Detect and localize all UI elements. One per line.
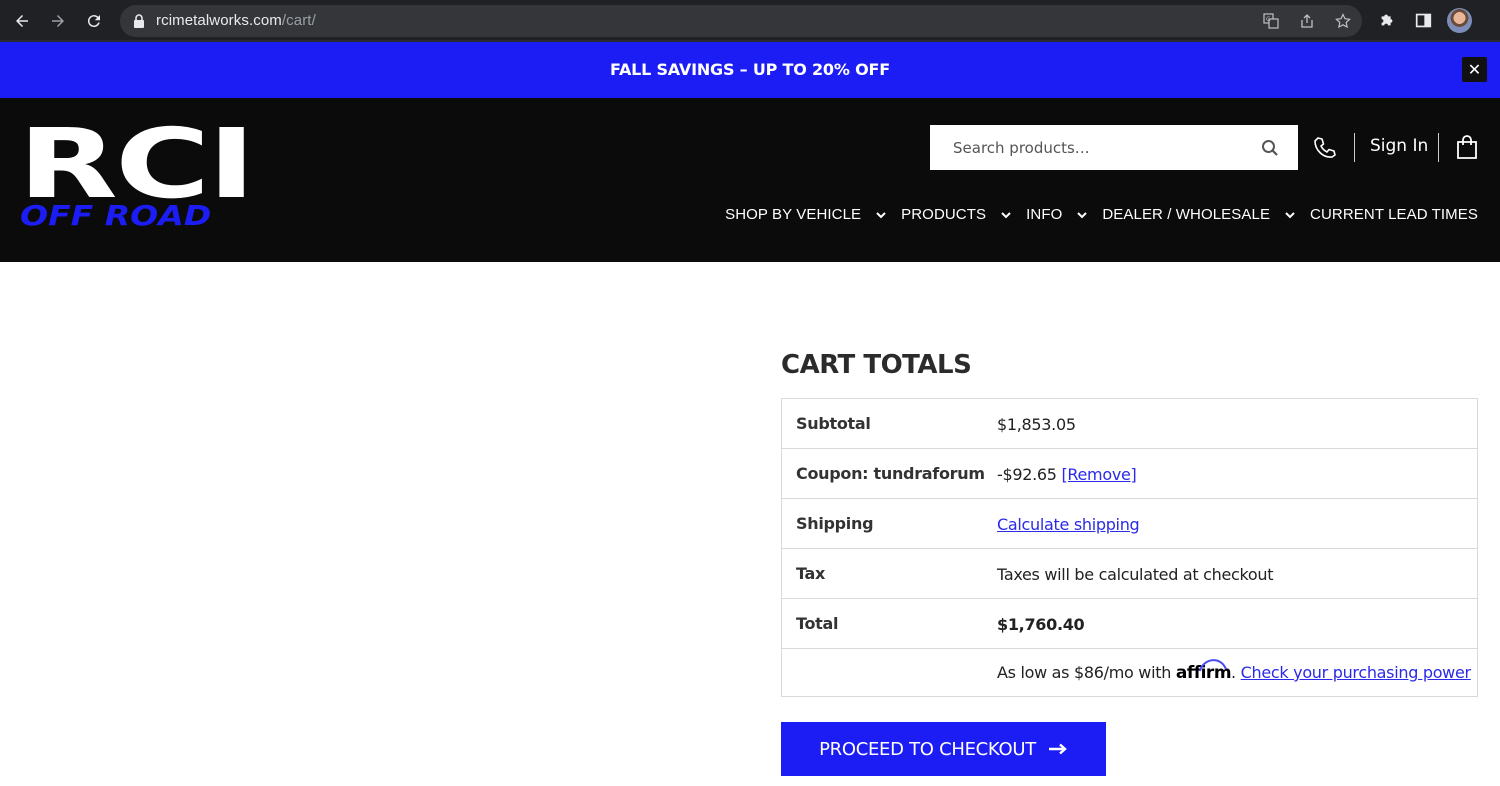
total-label: Total <box>796 614 839 633</box>
address-bar[interactable]: rcimetalworks.com/cart/ G <box>120 5 1362 37</box>
browser-toolbar: rcimetalworks.com/cart/ G <box>0 0 1500 42</box>
calculate-shipping-link[interactable]: Calculate shipping <box>997 515 1140 534</box>
nav-label: CURRENT LEAD TIMES <box>1310 206 1478 223</box>
nav-info[interactable]: INFO <box>1026 206 1102 223</box>
puzzle-icon <box>1381 14 1393 26</box>
affirm-cell: As low as $86/mo with affirm. Check your… <box>997 659 1471 683</box>
tax-row: Tax Taxes will be calculated at checkout <box>782 549 1477 599</box>
nav-label: PRODUCTS <box>901 206 987 223</box>
arrow-right-icon <box>1048 743 1067 755</box>
chevron-down-icon <box>1285 211 1295 218</box>
site-header: RCI OFF ROAD Sign In SHOP BY VEHICLE PRO… <box>0 98 1500 262</box>
header-divider <box>1354 133 1355 162</box>
chevron-down-icon <box>876 211 886 218</box>
chevron-down-icon <box>1077 211 1088 218</box>
profile-avatar[interactable] <box>1447 8 1472 33</box>
lock-icon <box>134 14 144 28</box>
nav-products[interactable]: PRODUCTS <box>901 206 1026 223</box>
search-box <box>930 125 1298 170</box>
promo-bar: FALL SAVINGS – UP TO 20% OFF ✕ <box>0 42 1500 98</box>
side-panel-button[interactable] <box>1412 9 1434 31</box>
url-text: rcimetalworks.com/cart/ <box>156 12 316 29</box>
cart-totals-table: Subtotal $1,853.05 Coupon: tundraforum -… <box>781 398 1478 697</box>
url-host: rcimetalworks.com <box>156 12 282 29</box>
phone-icon[interactable] <box>1312 135 1338 161</box>
check-purchasing-power-link[interactable]: Check your purchasing power <box>1241 663 1471 682</box>
extensions-button[interactable] <box>1376 9 1398 31</box>
close-icon: ✕ <box>1467 61 1482 79</box>
site-logo[interactable]: RCI OFF ROAD <box>18 116 256 232</box>
nav-current-lead-times[interactable]: CURRENT LEAD TIMES <box>1310 206 1478 223</box>
side-panel-icon <box>1415 13 1431 27</box>
nav-label: DEALER / WHOLESALE <box>1102 206 1271 223</box>
remove-coupon-link[interactable]: [Remove] <box>1061 465 1136 484</box>
subtotal-row: Subtotal $1,853.05 <box>782 399 1477 449</box>
shipping-cell: Calculate shipping <box>997 515 1140 534</box>
total-cell: $1,760.40 <box>997 615 1085 634</box>
proceed-to-checkout-button[interactable]: PROCEED TO CHECKOUT <box>781 722 1106 776</box>
affirm-dot: . <box>1231 663 1236 682</box>
share-icon[interactable] <box>1299 13 1315 29</box>
reload-icon <box>87 15 100 28</box>
search-input[interactable] <box>930 125 1250 170</box>
shopping-bag-icon[interactable] <box>1456 134 1478 160</box>
bookmark-star-icon[interactable] <box>1335 13 1351 29</box>
nav-label: INFO <box>1026 206 1063 223</box>
total-value: $1,760.40 <box>997 615 1085 634</box>
tax-label: Tax <box>796 564 826 583</box>
subtotal-value: $1,853.05 <box>997 415 1076 434</box>
back-button[interactable] <box>10 9 34 33</box>
cart-totals-title: CART TOTALS <box>781 350 972 380</box>
tax-value: Taxes will be calculated at checkout <box>997 565 1274 584</box>
chevron-down-icon <box>1001 211 1011 218</box>
logo-tagline: OFF ROAD <box>20 199 212 232</box>
nav-shop-by-vehicle[interactable]: SHOP BY VEHICLE <box>725 206 901 223</box>
header-divider <box>1438 133 1439 162</box>
nav-label: SHOP BY VEHICLE <box>725 206 862 223</box>
sign-in-link[interactable]: Sign In <box>1370 136 1428 156</box>
total-row: Total $1,760.40 <box>782 599 1477 649</box>
shipping-label: Shipping <box>796 514 874 533</box>
coupon-cell: -$92.65 [Remove] <box>997 465 1137 484</box>
logo-wordmark: RCI <box>18 108 256 220</box>
shipping-row: Shipping Calculate shipping <box>782 499 1477 549</box>
forward-button[interactable] <box>46 9 70 33</box>
affirm-row: As low as $86/mo with affirm. Check your… <box>782 649 1477 696</box>
back-arrow-icon <box>16 15 28 27</box>
subtotal-label: Subtotal <box>796 414 871 433</box>
url-path: /cart/ <box>281 12 316 29</box>
coupon-label: Coupon: tundraforum <box>796 464 985 483</box>
forward-arrow-icon <box>52 15 64 27</box>
affirm-prefix: As low as $86/mo with <box>997 663 1172 682</box>
svg-text:G: G <box>1266 16 1271 23</box>
translate-icon[interactable]: G <box>1263 13 1279 29</box>
checkout-label: PROCEED TO CHECKOUT <box>819 738 1036 760</box>
coupon-discount: -$92.65 <box>997 465 1057 484</box>
coupon-row: Coupon: tundraforum -$92.65 [Remove] <box>782 449 1477 499</box>
reload-button[interactable] <box>82 9 106 33</box>
search-icon[interactable] <box>1260 138 1280 158</box>
promo-text: FALL SAVINGS – UP TO 20% OFF <box>610 60 890 79</box>
main-navigation: SHOP BY VEHICLE PRODUCTS INFO DEALER / W… <box>725 206 1478 223</box>
nav-dealer-wholesale[interactable]: DEALER / WHOLESALE <box>1102 206 1310 223</box>
promo-close-button[interactable]: ✕ <box>1462 57 1487 82</box>
affirm-arc-icon <box>1198 659 1227 672</box>
affirm-logo: affirm <box>1176 659 1232 683</box>
